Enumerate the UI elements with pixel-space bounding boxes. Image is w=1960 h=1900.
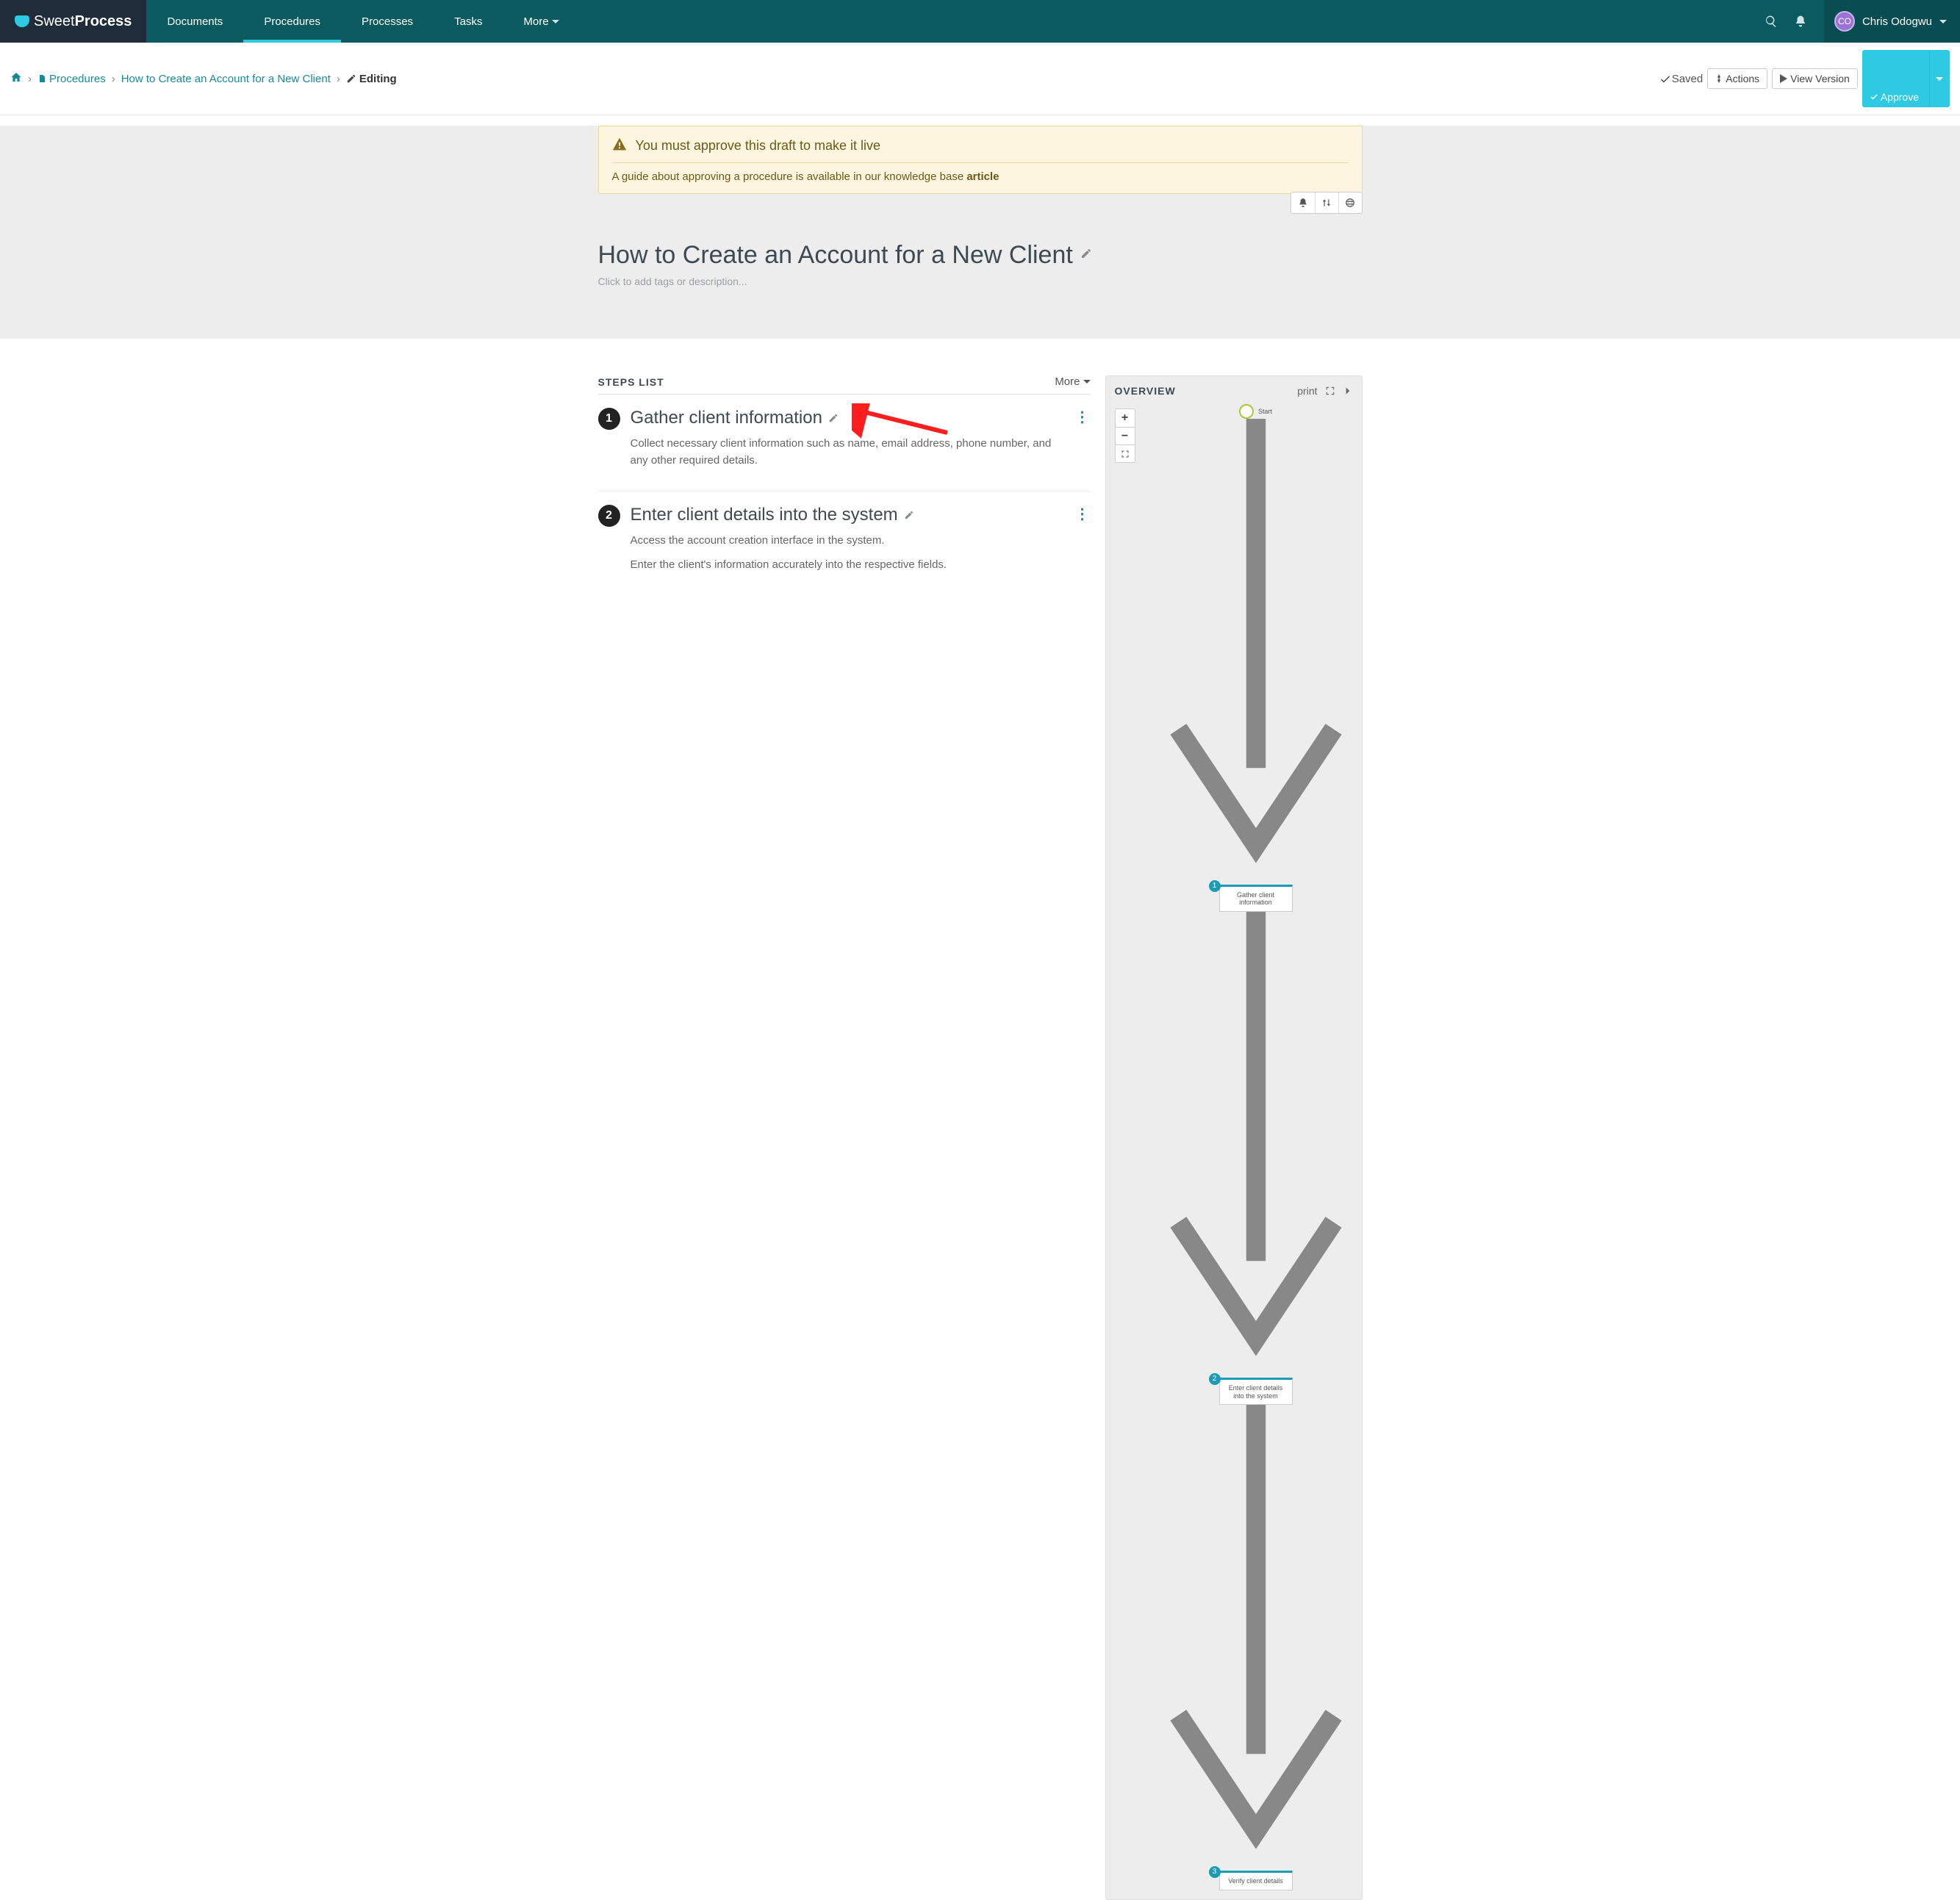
overview-panel: OVERVIEW print + − Start 1 Gather client… <box>1105 375 1363 1900</box>
nav-more[interactable]: More <box>503 0 579 43</box>
bell-icon[interactable] <box>1786 15 1815 28</box>
pencil-icon[interactable] <box>828 413 839 423</box>
flow-arrow-icon <box>1159 1405 1353 1871</box>
flow-start-circle <box>1239 404 1254 419</box>
breadcrumb-bar: › Procedures › How to Create an Account … <box>0 43 1960 115</box>
user-name: Chris Odogwu <box>1862 15 1932 28</box>
alert-article-link[interactable]: article <box>966 170 999 183</box>
search-icon[interactable] <box>1756 15 1786 28</box>
title-action-group <box>1290 192 1363 214</box>
step-description: Collect necessary client information suc… <box>631 436 1064 469</box>
nav-tasks[interactable]: Tasks <box>434 0 503 43</box>
notify-button[interactable] <box>1291 192 1315 213</box>
home-icon[interactable] <box>10 71 22 86</box>
nav-items: Documents Procedures Processes Tasks Mor… <box>146 0 579 43</box>
avatar: CO <box>1834 11 1855 32</box>
steps-column: STEPS LIST More 1 Gather client informat… <box>598 375 1091 1900</box>
chevron-down-icon <box>1083 380 1091 384</box>
user-menu[interactable]: CO Chris Odogwu <box>1824 0 1960 43</box>
nav-documents[interactable]: Documents <box>146 0 243 43</box>
crumb-procedures[interactable]: Procedures <box>49 73 106 85</box>
zoom-fit-button[interactable] <box>1116 445 1135 462</box>
fullscreen-icon[interactable] <box>1325 386 1335 396</box>
chevron-down-icon <box>1939 20 1947 24</box>
chevron-down-icon <box>552 20 559 24</box>
sort-button[interactable] <box>1315 192 1338 213</box>
flow-start: Start <box>1239 404 1272 419</box>
globe-button[interactable] <box>1338 192 1362 213</box>
chevron-right-icon[interactable] <box>1343 386 1353 396</box>
crumb-editing: Editing <box>359 73 397 85</box>
overview-zoom: + − <box>1115 409 1135 463</box>
brand-bold: Process <box>75 13 132 30</box>
approve-dropdown[interactable] <box>1929 51 1949 107</box>
nav-procedures[interactable]: Procedures <box>243 0 341 43</box>
edit-title-icon[interactable] <box>1073 248 1092 263</box>
logo-icon <box>15 15 29 27</box>
approve-button[interactable]: Approve <box>1862 50 1950 107</box>
step-title[interactable]: Enter client details into the system <box>631 505 1091 525</box>
crumb-title[interactable]: How to Create an Account for a New Clien… <box>121 73 331 85</box>
nav-right: CO Chris Odogwu <box>1756 0 1960 43</box>
flow-node[interactable]: 2 Enter client details into the system <box>1219 1378 1293 1406</box>
flow-arrow-icon <box>1159 419 1353 885</box>
overview-title: OVERVIEW <box>1115 385 1176 397</box>
header-area: You must approve this draft to make it l… <box>0 126 1960 339</box>
step-description: Access the account creation interface in… <box>631 533 1064 573</box>
steps-more-menu[interactable]: More <box>1055 375 1090 388</box>
overview-print[interactable]: print <box>1297 385 1317 397</box>
flow-node[interactable]: 1 Gather client information <box>1219 885 1293 913</box>
brand-logo[interactable]: SweetProcess <box>0 0 146 43</box>
brand-light: Sweet <box>34 13 75 30</box>
zoom-out-button[interactable]: − <box>1116 427 1135 445</box>
main-content: STEPS LIST More 1 Gather client informat… <box>591 375 1370 1900</box>
nav-processes[interactable]: Processes <box>341 0 434 43</box>
view-version-button[interactable]: View Version <box>1772 68 1858 89</box>
saved-status: Saved <box>1660 73 1704 85</box>
pencil-icon[interactable] <box>904 510 914 520</box>
steps-header: STEPS LIST More <box>598 375 1091 395</box>
approve-alert: You must approve this draft to make it l… <box>598 126 1363 194</box>
actions-button[interactable]: Actions <box>1707 68 1767 89</box>
top-nav: SweetProcess Documents Procedures Proces… <box>0 0 1960 43</box>
sub-actions: Saved Actions View Version Approve <box>1660 50 1950 107</box>
steps-list-title: STEPS LIST <box>598 376 664 388</box>
pencil-icon <box>346 73 359 85</box>
page-title-row: How to Create an Account for a New Clien… <box>598 241 1363 270</box>
warning-icon <box>612 137 627 155</box>
page-title[interactable]: How to Create an Account for a New Clien… <box>598 241 1073 270</box>
flowchart: Start 1 Gather client information 2 Ente… <box>1159 404 1353 1890</box>
flow-node[interactable]: 3 Verify client details <box>1219 1871 1293 1890</box>
step-kebab-menu[interactable]: ⋮ <box>1075 408 1091 426</box>
step-number: 1 <box>598 408 620 430</box>
chevron-down-icon <box>1936 77 1943 81</box>
flow-arrow-icon <box>1159 912 1353 1378</box>
step-number: 2 <box>598 505 620 527</box>
alert-subtext: A guide about approving a procedure is a… <box>612 170 967 183</box>
step-item: 2 Enter client details into the system A… <box>598 492 1091 595</box>
step-kebab-menu[interactable]: ⋮ <box>1075 505 1091 523</box>
zoom-in-button[interactable]: + <box>1116 409 1135 427</box>
tags-description[interactable]: Click to add tags or description... <box>598 276 1363 287</box>
step-item: 1 Gather client information Collect nece… <box>598 395 1091 492</box>
alert-title: You must approve this draft to make it l… <box>636 138 881 154</box>
step-title[interactable]: Gather client information <box>631 408 1091 428</box>
document-icon <box>37 73 49 85</box>
